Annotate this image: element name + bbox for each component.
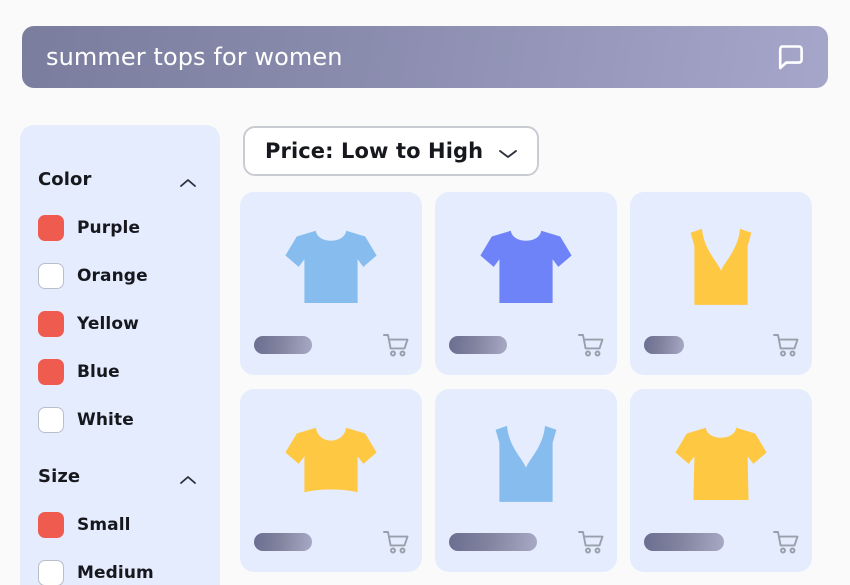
facet-title-size: Size [38,466,80,487]
product-card[interactable] [240,389,422,572]
price-placeholder [644,336,684,354]
facet-header-color[interactable]: Color [38,169,202,190]
product-image-tshirt [435,200,617,330]
facet-title-color: Color [38,169,92,190]
price-placeholder [644,533,724,551]
product-card-footer [254,528,410,556]
product-card[interactable] [435,389,617,572]
checkbox-white[interactable] [38,407,64,433]
price-placeholder [254,533,312,551]
checkbox-medium[interactable] [38,560,64,585]
product-card[interactable] [435,192,617,375]
facet-label-medium: Medium [77,563,154,583]
product-card[interactable] [630,192,812,375]
checkbox-blue[interactable] [38,359,64,385]
chevron-up-icon[interactable] [178,174,198,186]
facet-option-small[interactable]: Small [38,501,202,549]
facet-label-yellow: Yellow [77,314,139,334]
shopping-cart-icon[interactable] [577,331,605,359]
product-card-footer [644,331,800,359]
filter-sidebar: Color Purple Orange Yellow Blue White [20,125,220,585]
checkbox-yellow[interactable] [38,311,64,337]
shopping-cart-icon[interactable] [382,331,410,359]
facet-label-small: Small [77,515,131,535]
product-card-footer [254,331,410,359]
chat-bubble-icon[interactable] [772,40,806,74]
product-image-tshirt [630,397,812,527]
facet-label-purple: Purple [77,218,140,238]
product-image-tshirt [240,200,422,330]
facet-label-white: White [77,410,134,430]
shopping-cart-icon[interactable] [772,528,800,556]
price-placeholder [449,336,507,354]
search-results-page: summer tops for women Color Purple Orang… [0,0,850,585]
facet-option-white[interactable]: White [38,396,202,444]
facet-option-purple[interactable]: Purple [38,204,202,252]
checkbox-small[interactable] [38,512,64,538]
facet-option-orange[interactable]: Orange [38,252,202,300]
facet-label-blue: Blue [77,362,120,382]
chevron-up-icon[interactable] [178,471,198,483]
facet-header-size[interactable]: Size [38,466,202,487]
shopping-cart-icon[interactable] [577,528,605,556]
shopping-cart-icon[interactable] [382,528,410,556]
facet-option-blue[interactable]: Blue [38,348,202,396]
product-card[interactable] [240,192,422,375]
chevron-down-icon[interactable] [497,145,519,158]
product-grid [240,192,812,572]
product-image-tank [435,397,617,527]
checkbox-orange[interactable] [38,263,64,289]
product-card-footer [449,528,605,556]
facet-option-medium[interactable]: Medium [38,549,202,585]
product-image-croptop [240,397,422,527]
sort-dropdown-label: Price: Low to High [265,139,483,163]
sort-dropdown[interactable]: Price: Low to High [243,126,539,176]
product-card-footer [644,528,800,556]
price-placeholder [254,336,312,354]
facet-label-orange: Orange [77,266,148,286]
price-placeholder [449,533,537,551]
product-card[interactable] [630,389,812,572]
search-input[interactable]: summer tops for women [46,43,772,71]
product-image-tank [630,200,812,330]
product-card-footer [449,331,605,359]
search-bar[interactable]: summer tops for women [22,26,828,88]
facet-option-yellow[interactable]: Yellow [38,300,202,348]
checkbox-purple[interactable] [38,215,64,241]
shopping-cart-icon[interactable] [772,331,800,359]
